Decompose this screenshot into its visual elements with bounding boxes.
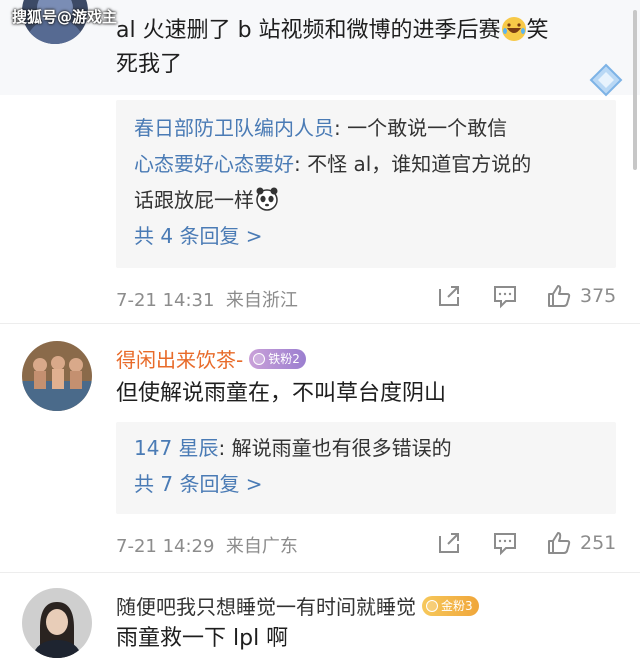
comment-icon (494, 286, 516, 309)
reply-username[interactable]: 147 星辰 (134, 436, 219, 460)
fan-badge: 金粉3 (422, 595, 479, 616)
share-icon (439, 286, 459, 306)
like-count: 251 (580, 532, 617, 554)
like-count: 375 (580, 285, 617, 307)
reply-item[interactable]: 心态要好心态要好: 不怪 al，谁知道官方说的 (116, 146, 616, 182)
reply-item[interactable]: 春日部防卫队编内人员: 一个敢说一个敢信 (116, 110, 616, 146)
more-replies-link[interactable]: 共 7 条回复 > (116, 466, 616, 502)
reply-username[interactable]: 春日部防卫队编内人员 (134, 116, 334, 140)
watermark: 搜狐号@游戏主 (12, 8, 118, 26)
reply-username[interactable]: 心态要好心态要好 (134, 152, 294, 176)
comment-text: 雨童救一下 lpl 啊 (116, 626, 289, 651)
share-icon (439, 533, 459, 553)
comment-button[interactable] (492, 530, 518, 556)
like-button[interactable]: 251 (546, 530, 616, 556)
comment-meta: 7-21 14:29 来自广东 (116, 536, 298, 557)
scrollbar[interactable] (633, 10, 637, 170)
reply-item[interactable]: 147 星辰: 解说雨童也有很多错误的 (116, 430, 616, 466)
reply-item-continued: 话跟放屁一样 (116, 182, 616, 218)
panda-emoji-icon (254, 186, 280, 212)
badge-icon (426, 599, 438, 612)
share-button[interactable] (436, 530, 462, 556)
comment-button[interactable] (492, 283, 518, 309)
comment-icon (494, 533, 516, 556)
comment-meta: 7-21 14:31 来自浙江 (116, 290, 298, 311)
comment-username[interactable]: 得闲出来饮茶- 铁粉2 (116, 344, 306, 373)
avatar[interactable] (22, 341, 92, 411)
reply-box: 147 星辰: 解说雨童也有很多错误的 共 7 条回复 > (116, 422, 616, 514)
more-replies-link[interactable]: 共 4 条回复 > (116, 218, 616, 254)
fan-badge: 铁粉2 (249, 348, 306, 369)
comment-text: al 火速删了 b 站视频和微博的进季后赛笑 死我了 (116, 16, 549, 77)
divider (0, 572, 640, 573)
share-button[interactable] (436, 283, 462, 309)
thumbs-up-icon (548, 532, 571, 554)
diamond-badge-icon (589, 63, 623, 97)
divider (0, 323, 640, 324)
laughing-emoji-icon (501, 16, 527, 42)
like-button[interactable]: 375 (546, 283, 616, 309)
comment-text: 但使解说雨童在，不叫草台度阴山 (116, 381, 447, 406)
reply-box: 春日部防卫队编内人员: 一个敢说一个敢信 心态要好心态要好: 不怪 al，谁知道… (116, 100, 616, 268)
avatar[interactable] (22, 588, 92, 658)
badge-icon (253, 352, 266, 365)
comment-username[interactable]: 随便吧我只想睡觉一有时间就睡觉 金粉3 (116, 591, 479, 620)
thumbs-up-icon (548, 285, 571, 307)
